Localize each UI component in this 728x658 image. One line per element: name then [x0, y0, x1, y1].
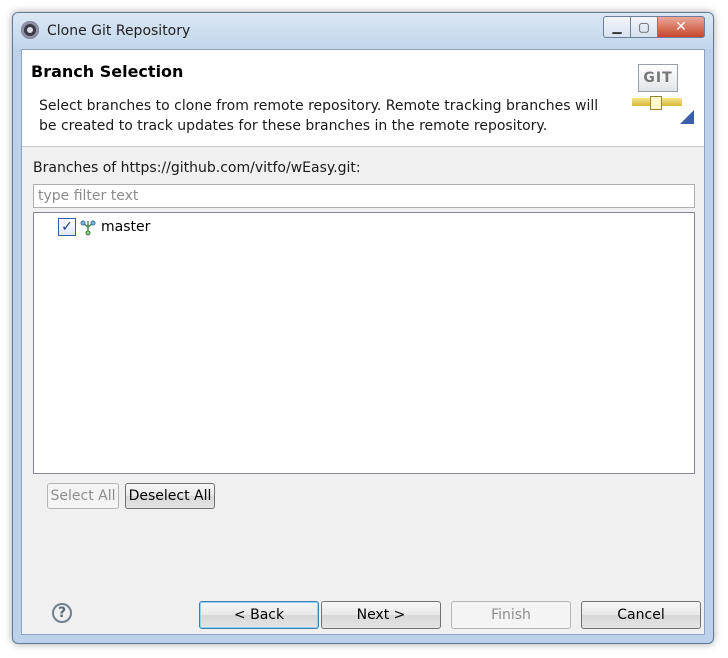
close-icon: ✕ [675, 19, 687, 35]
check-icon: ✓ [61, 219, 73, 235]
git-logo-text: GIT [638, 64, 678, 92]
window-controls: ▁ ▢ ✕ [603, 16, 705, 38]
finish-button[interactable]: Finish [451, 601, 571, 629]
git-logo-icon: GIT [632, 62, 694, 124]
next-button[interactable]: Next > [321, 601, 441, 629]
branches-label: Branches of https://github.com/vitfo/wEa… [33, 160, 361, 176]
minimize-button[interactable]: ▁ [603, 16, 631, 38]
page-description: Select branches to clone from remote rep… [39, 98, 599, 134]
maximize-button[interactable]: ▢ [631, 16, 658, 38]
branch-label: master [101, 219, 151, 235]
eclipse-icon[interactable] [21, 21, 39, 39]
wizard-banner: Branch Selection Select branches to clon… [22, 50, 704, 147]
minimize-icon: ▁ [612, 20, 622, 34]
help-icon[interactable]: ? [52, 603, 72, 623]
filter-input[interactable] [33, 184, 695, 208]
title-bar[interactable]: Clone Git Repository ▁ ▢ ✕ [13, 13, 713, 49]
cancel-button[interactable]: Cancel [581, 601, 701, 629]
deselect-all-button[interactable]: Deselect All [125, 483, 215, 509]
git-logo-corner [680, 110, 694, 124]
branch-checkbox[interactable]: ✓ [58, 218, 76, 236]
branch-icon [80, 220, 96, 236]
page-title: Branch Selection [31, 62, 184, 81]
tree-item-master[interactable]: ✓ master [58, 217, 150, 237]
select-all-button[interactable]: Select All [47, 483, 119, 509]
window-title: Clone Git Repository [47, 23, 191, 39]
branch-tree[interactable]: ✓ master [33, 212, 695, 474]
maximize-icon: ▢ [638, 20, 650, 34]
clone-git-repository-window: Clone Git Repository ▁ ▢ ✕ Branch Select… [12, 12, 714, 644]
dialog-client-area: Branch Selection Select branches to clon… [21, 49, 705, 635]
back-button[interactable]: < Back [199, 601, 319, 629]
git-logo-knob [650, 96, 662, 110]
close-button[interactable]: ✕ [658, 16, 705, 38]
